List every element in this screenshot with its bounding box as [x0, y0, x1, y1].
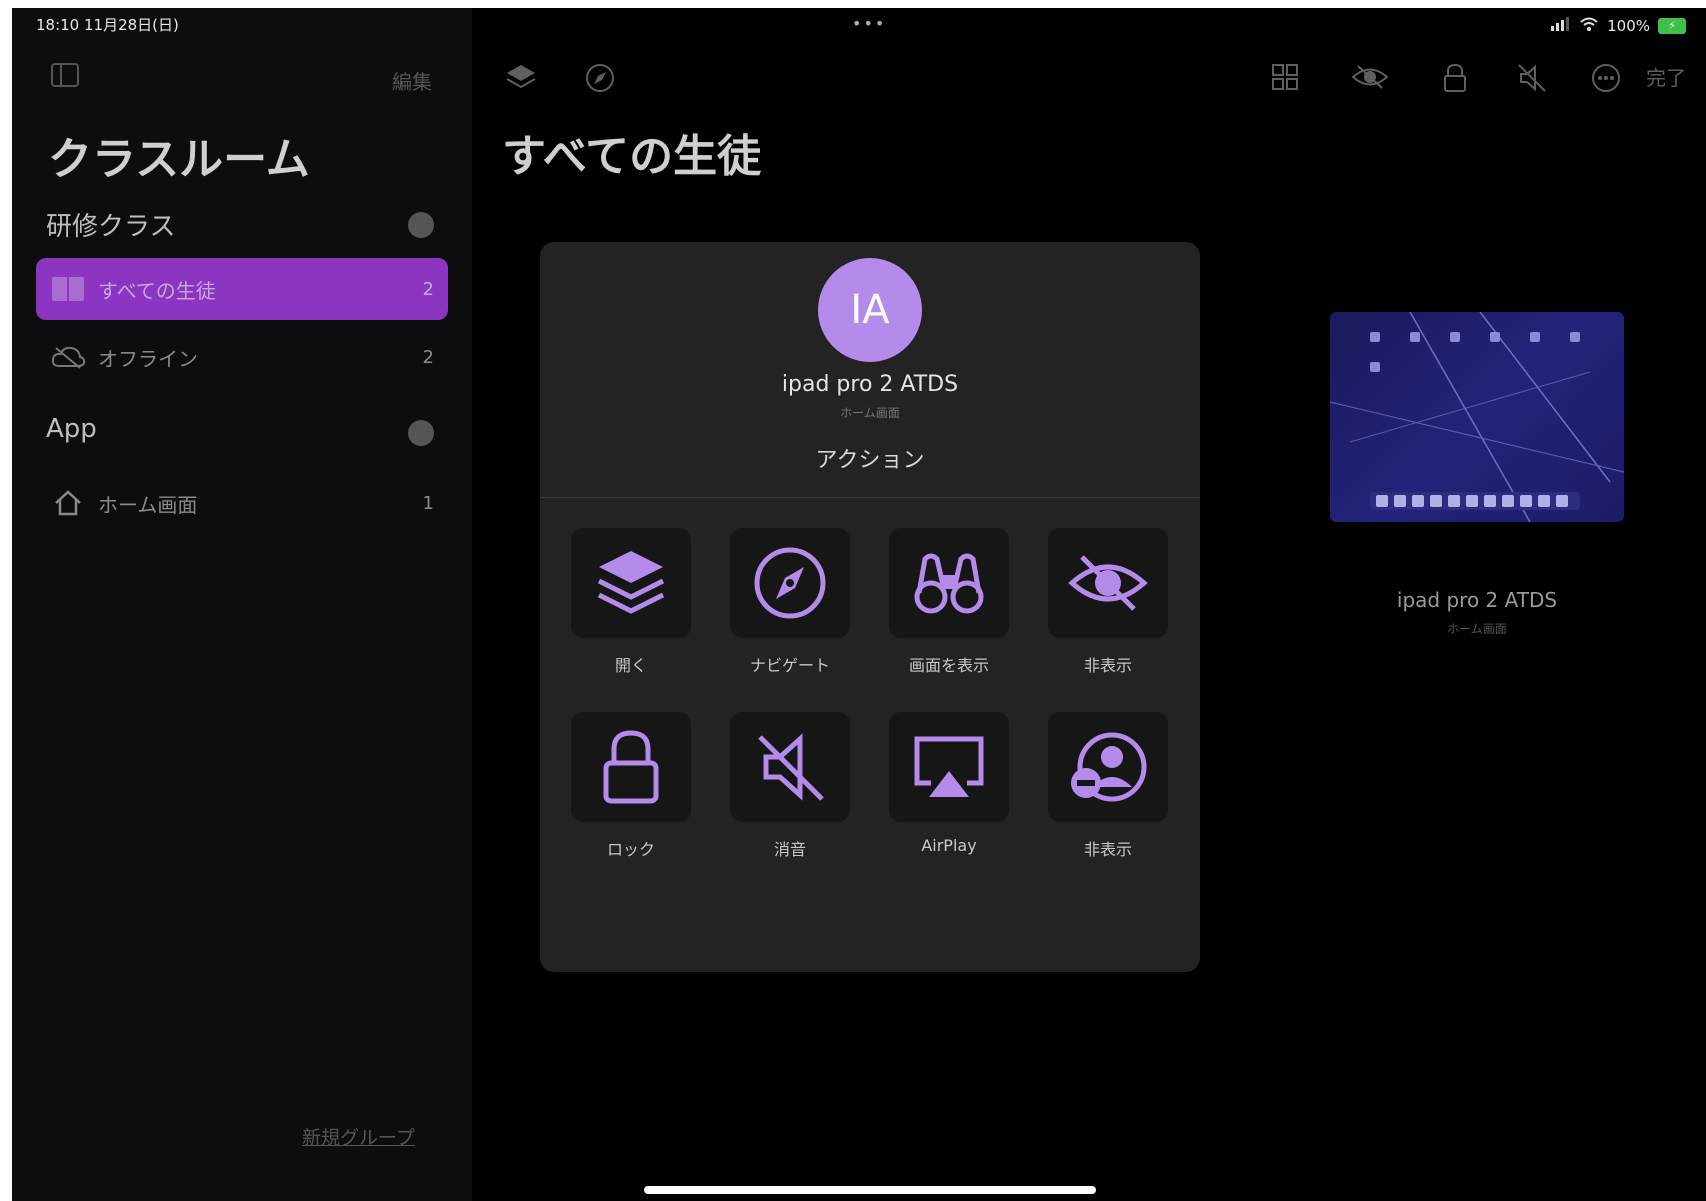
action-label: 消音: [773, 840, 806, 859]
compass-icon: [730, 528, 850, 638]
action-lock[interactable]: ロック: [568, 712, 694, 860]
done-button[interactable]: 完了: [1646, 62, 1686, 91]
popover-header: アクション: [815, 448, 925, 473]
binoculars-icon: [889, 528, 1009, 638]
frame-edge: [0, 0, 12, 1201]
more-icon[interactable]: [1590, 62, 1622, 100]
section-app-label: App: [46, 414, 97, 444]
action-hide[interactable]: 非表示: [1045, 528, 1171, 676]
mute-icon[interactable]: [1516, 62, 1548, 100]
action-label: ナビゲート: [749, 656, 830, 675]
sidebar-item-offline[interactable]: オフライン 2: [36, 326, 448, 388]
eye-slash-icon: [1048, 528, 1168, 638]
status-time: 18:10 11月28日(日): [36, 16, 179, 34]
book-icon: [48, 273, 88, 305]
frame-top: [0, 0, 1706, 8]
sidebar-item-count: 2: [422, 346, 434, 368]
house-icon: [48, 487, 88, 519]
mute-icon: [730, 712, 850, 822]
divider: [540, 497, 1200, 498]
sidebar: 編集 クラスルーム 研修クラス すべての生徒 2 オフライン 2 App ホーム…: [12, 8, 472, 1201]
device-screen-thumbnail[interactable]: [1330, 312, 1624, 522]
sidebar-title: クラスルーム: [48, 134, 310, 185]
new-group-link[interactable]: 新規グループ: [302, 1123, 415, 1150]
multitasking-dots[interactable]: •••: [852, 14, 886, 33]
cloud-offline-icon: [48, 341, 88, 373]
action-navigate[interactable]: ナビゲート: [727, 528, 853, 676]
action-open[interactable]: 開く: [568, 528, 694, 676]
sidebar-item-home-screen[interactable]: ホーム画面 1: [36, 472, 448, 534]
signal-icon: [1551, 17, 1571, 35]
sidebar-item-label: オフライン: [98, 346, 198, 371]
section-class-label: 研修クラス: [46, 212, 176, 242]
popover-device-sub: ホーム画面: [840, 406, 900, 420]
action-mute[interactable]: 消音: [727, 712, 853, 860]
lock-icon: [571, 712, 691, 822]
device-name: ipad pro 2 ATDS: [1396, 588, 1558, 612]
action-label: 非表示: [1083, 840, 1132, 859]
grid-icon[interactable]: [1270, 62, 1300, 98]
avatar: IA: [818, 258, 922, 362]
battery-percent: 100%: [1607, 17, 1650, 35]
page-title: すべての生徒: [502, 131, 762, 182]
sidebar-item-all-students[interactable]: すべての生徒 2: [36, 258, 448, 320]
action-remove-student[interactable]: 非表示: [1045, 712, 1171, 860]
person-minus-icon: [1048, 712, 1168, 822]
sidebar-item-label: すべての生徒: [98, 278, 216, 303]
action-view-screen[interactable]: 画面を表示: [886, 528, 1012, 676]
wifi-icon: [1579, 17, 1599, 35]
sidebar-item-count: 2: [422, 278, 434, 300]
sidebar-toggle-icon[interactable]: [50, 62, 80, 92]
actions-popover: IA ipad pro 2 ATDS ホーム画面 アクション 開く ナビゲート: [540, 242, 1200, 972]
eye-slash-icon[interactable]: [1350, 62, 1390, 98]
section-collapse-icon[interactable]: [408, 420, 434, 446]
section-collapse-icon[interactable]: [408, 212, 434, 238]
compass-icon[interactable]: [584, 62, 616, 100]
status-right: 100% ⚡: [1551, 14, 1686, 38]
layers-icon: [571, 528, 691, 638]
home-indicator[interactable]: [644, 1186, 1096, 1194]
battery-icon: ⚡: [1658, 18, 1686, 34]
sidebar-item-count: 1: [422, 492, 434, 514]
action-label: 開く: [614, 656, 647, 675]
lock-icon[interactable]: [1442, 62, 1468, 100]
action-airplay[interactable]: AirPlay: [886, 712, 1012, 855]
airplay-icon: [889, 712, 1009, 822]
action-label: ロック: [606, 840, 655, 859]
layers-icon[interactable]: [504, 62, 538, 98]
device-sub: ホーム画面: [1447, 622, 1507, 636]
action-label: 画面を表示: [908, 656, 989, 675]
action-label: 非表示: [1083, 656, 1132, 675]
edit-button[interactable]: 編集: [392, 66, 432, 95]
sidebar-item-label: ホーム画面: [98, 492, 198, 517]
popover-device-name: ipad pro 2 ATDS: [781, 372, 959, 397]
action-label: AirPlay: [921, 836, 977, 855]
